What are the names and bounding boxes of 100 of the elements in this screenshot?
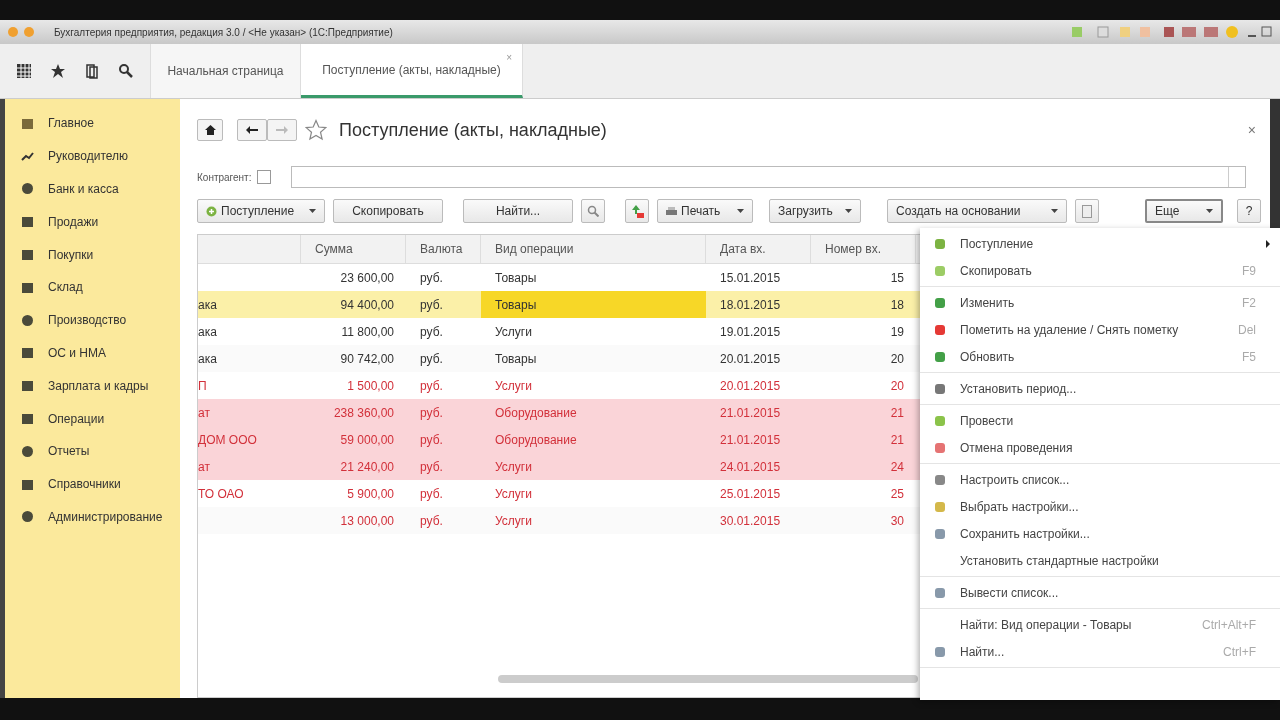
table-cell-text: Товары [494, 350, 538, 368]
sidebar-item[interactable]: Руководителю [48, 149, 129, 164]
sidebar-item[interactable]: Зарплата и кадры [48, 378, 149, 393]
table-cell-text: 11 800,00 [340, 323, 395, 341]
printer-icon [666, 206, 677, 216]
sidebar-item[interactable]: ОС и НМА [48, 345, 107, 360]
star-icon[interactable] [305, 119, 327, 141]
section-icon[interactable] [21, 215, 34, 229]
section-icon[interactable] [21, 477, 34, 491]
sidebar-item[interactable]: Главное [48, 116, 94, 131]
close-icon[interactable]: × [1247, 122, 1256, 138]
sidebar-item[interactable]: Продажи [48, 214, 99, 229]
table-cell-text: 90 742,00 [339, 350, 395, 368]
menu-item[interactable]: Поступление [920, 230, 1280, 257]
table-cell-text: 59 000,00 [339, 431, 395, 449]
section-icon[interactable] [21, 346, 34, 360]
section-icon[interactable] [21, 182, 34, 196]
checkbox[interactable] [257, 170, 272, 184]
menu-item[interactable]: Найти... Ctrl+F [920, 638, 1280, 665]
more-button[interactable]: Еще [1145, 199, 1223, 223]
table-cell-text: 21.01.2015 [719, 431, 782, 449]
dropdown-button[interactable]: Создать на основании [887, 199, 1067, 223]
sidebar-item[interactable]: Покупки [48, 247, 94, 262]
table-cell-text: руб. [419, 296, 444, 314]
menu-grid-icon[interactable] [16, 63, 32, 79]
menu-item-icon [934, 500, 946, 513]
home-icon [204, 125, 216, 135]
table-cell-text: ДОМ ООО [198, 431, 258, 449]
sidebar-item[interactable]: Банк и касса [48, 182, 119, 196]
plus-icon [206, 205, 217, 217]
sidebar-item[interactable]: Операции [48, 411, 105, 426]
table-cell-text: Оборудование [494, 404, 578, 422]
menu-item[interactable]: Пометить на удаление / Снять пометку Del [920, 316, 1280, 343]
column-header[interactable]: Дата вх. [706, 235, 811, 263]
document-button[interactable] [1075, 199, 1099, 223]
section-icon[interactable] [21, 248, 34, 262]
section-icon[interactable] [21, 379, 34, 393]
dropdown-button[interactable]: Загрузить [769, 199, 861, 223]
export-button[interactable] [625, 199, 649, 223]
input-field[interactable] [291, 166, 1246, 188]
column-header[interactable]: Валюта [406, 235, 481, 263]
sidebar-item[interactable]: Производство [48, 313, 127, 328]
table-cell-text: 21.01.2015 [719, 404, 782, 422]
column-header[interactable]: Сумма [301, 235, 406, 263]
toolbar-button[interactable]: ? [1237, 199, 1261, 223]
section-icon[interactable] [21, 444, 34, 458]
sidebar-item[interactable]: Администрирование [48, 509, 163, 524]
table-cell-text: ат [198, 404, 211, 422]
menu-item[interactable]: Найти: Вид операции - Товары Ctrl+Alt+F [920, 611, 1280, 638]
menu-item-icon [934, 382, 946, 395]
tab[interactable]: Начальная страница [151, 44, 301, 98]
back-button[interactable] [237, 119, 267, 141]
toolbar-button[interactable]: Найти... [463, 199, 573, 223]
column-header[interactable]: Вид операции [481, 235, 706, 263]
home-button[interactable] [197, 119, 223, 141]
table-cell-text: руб. [419, 431, 444, 449]
table-cell-text: Товары [494, 269, 538, 287]
menu-item-icon [934, 264, 946, 277]
window-title: Бухгалтерия предприятия, редакция 3.0 / <Не указан> (1С:Предприятие) [54, 26, 393, 38]
dropdown-button[interactable]: Печать [657, 199, 753, 223]
section-icon[interactable] [21, 412, 34, 426]
menu-item-icon [934, 645, 946, 658]
menu-item[interactable]: Установить стандартные настройки [920, 547, 1280, 574]
menu-item-icon [934, 414, 946, 427]
document-icon [1082, 204, 1092, 218]
search-button[interactable] [581, 199, 605, 223]
table-cell-text: 25 [889, 485, 905, 503]
history-icon[interactable] [84, 63, 100, 79]
table-cell-text: П [198, 377, 208, 395]
sidebar-item[interactable]: Склад [48, 280, 83, 295]
table-cell-text: руб. [419, 485, 444, 503]
table-cell-text: 238 360,00 [332, 404, 395, 422]
dropdown-button[interactable]: Поступление [197, 199, 325, 223]
table-cell-text: 21 240,00 [339, 458, 395, 476]
sidebar-item[interactable]: Отчеты [48, 444, 90, 459]
menu-item[interactable]: Установить период... [920, 375, 1280, 402]
menu-item[interactable]: Вывести список... [920, 579, 1280, 606]
tab[interactable]: Поступление (акты, накладные) × [301, 44, 523, 98]
sidebar-item[interactable]: Справочники [48, 477, 121, 492]
section-icon[interactable] [21, 280, 34, 294]
table-cell-text: 20.01.2015 [719, 350, 782, 368]
table-cell-text: Услуги [494, 377, 533, 395]
table-cell-text: 20.01.2015 [719, 377, 782, 395]
window-controls-drawing[interactable] [1072, 24, 1272, 40]
filter-label: Контрагент: [197, 171, 252, 183]
menu-item-icon [934, 441, 946, 454]
section-icon[interactable] [21, 510, 34, 524]
section-icon[interactable] [21, 313, 34, 327]
table-cell-text: 23 600,00 [339, 269, 395, 287]
scrollbar-thumb[interactable] [498, 675, 918, 683]
column-header[interactable]: Номер вх. [811, 235, 916, 263]
table-cell-text: руб. [419, 458, 444, 476]
upload-arrow-icon [630, 204, 644, 218]
forward-arrow-icon [276, 126, 288, 134]
table-cell: Товары [481, 291, 706, 318]
search-icon[interactable] [118, 63, 134, 79]
star-icon[interactable] [50, 63, 66, 79]
table-cell-text: ака [198, 296, 218, 314]
menu-item[interactable]: Скопировать F9 [920, 257, 1280, 284]
toolbar-button[interactable]: Скопировать [333, 199, 443, 223]
